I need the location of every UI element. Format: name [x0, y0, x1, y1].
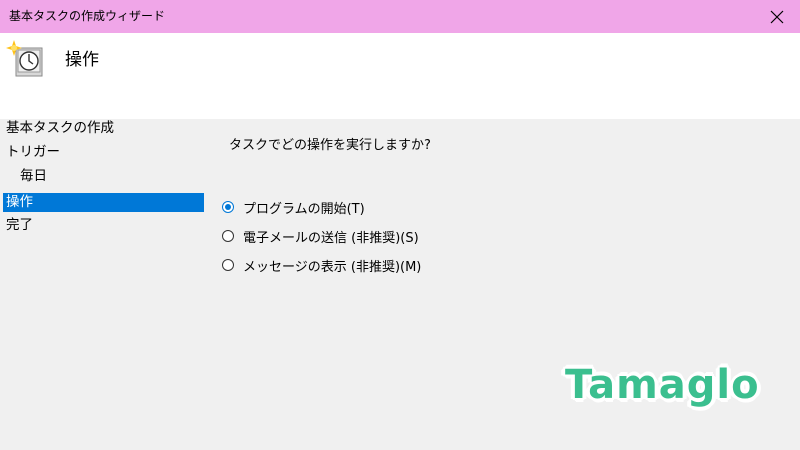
action-question: タスクでどの操作を実行しますか?: [229, 138, 431, 153]
close-icon: [770, 10, 784, 23]
nav-item-trigger[interactable]: トリガー: [3, 143, 204, 162]
radio-start-program[interactable]: プログラムの開始(T): [222, 197, 365, 217]
page-heading: 操作: [65, 50, 99, 70]
radio-button[interactable]: [222, 259, 234, 271]
title-bar: 基本タスクの作成ウィザード: [0, 0, 800, 33]
radio-display-message[interactable]: メッセージの表示 (非推奨)(M): [222, 255, 421, 275]
radio-label: プログラムの開始(T): [243, 201, 365, 217]
nav-item-create-basic-task[interactable]: 基本タスクの作成: [3, 119, 204, 138]
task-scheduler-clock-icon: [6, 40, 43, 77]
radio-send-email[interactable]: 電子メールの送信 (非推奨)(S): [222, 226, 419, 246]
radio-button-selected[interactable]: [222, 201, 234, 213]
radio-label: 電子メールの送信 (非推奨)(S): [243, 230, 419, 246]
wizard-steps-nav: 基本タスクの作成 トリガー 毎日 操作 完了: [0, 119, 210, 450]
wizard-header: 操作: [0, 33, 800, 119]
watermark-logo: Tamaglo: [565, 362, 760, 408]
radio-label: メッセージの表示 (非推奨)(M): [243, 259, 422, 275]
close-button[interactable]: [754, 0, 800, 33]
nav-item-daily[interactable]: 毎日: [3, 167, 204, 186]
radio-button[interactable]: [222, 230, 234, 242]
window-title: 基本タスクの作成ウィザード: [9, 9, 166, 23]
nav-item-action[interactable]: 操作: [3, 193, 204, 212]
nav-item-finish[interactable]: 完了: [3, 216, 204, 235]
